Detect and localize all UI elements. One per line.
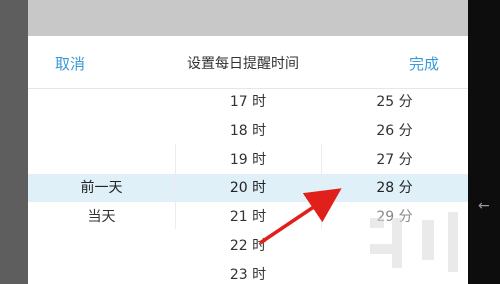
hour-option[interactable]: 22 时: [175, 237, 321, 255]
hour-wheel[interactable]: 17 时 18 时 19 时 20 时 21 时 22 时 23 时: [175, 89, 321, 284]
minute-option[interactable]: 26 分: [321, 122, 468, 140]
done-button[interactable]: 完成: [409, 53, 439, 74]
dimmed-overlay-top: [28, 0, 468, 36]
hour-option[interactable]: 21 时: [175, 208, 321, 226]
hour-option[interactable]: 23 时: [175, 266, 321, 284]
minute-option[interactable]: 27 分: [321, 151, 468, 169]
screen: 取消 设置每日提醒时间 完成 前一天 当天 17 时 18 时 19 时 20 …: [0, 0, 500, 284]
minute-option[interactable]: 25 分: [321, 93, 468, 111]
day-wheel[interactable]: 前一天 当天: [28, 89, 175, 284]
dimmed-overlay-left: [0, 0, 28, 284]
hour-option[interactable]: 17 时: [175, 93, 321, 111]
hour-option-selected[interactable]: 20 时: [175, 179, 321, 197]
hour-option[interactable]: 19 时: [175, 151, 321, 169]
dialog-header: 取消 设置每日提醒时间 完成: [28, 36, 468, 89]
system-side-bar: ←: [468, 0, 500, 284]
minute-option-selected[interactable]: 28 分: [321, 179, 468, 197]
day-option[interactable]: 当天: [28, 208, 175, 226]
cancel-button[interactable]: 取消: [55, 53, 85, 74]
dialog-title: 设置每日提醒时间: [187, 56, 299, 72]
back-arrow-icon[interactable]: ←: [478, 198, 490, 214]
hour-option[interactable]: 18 时: [175, 122, 321, 140]
day-option-selected[interactable]: 前一天: [28, 179, 175, 197]
